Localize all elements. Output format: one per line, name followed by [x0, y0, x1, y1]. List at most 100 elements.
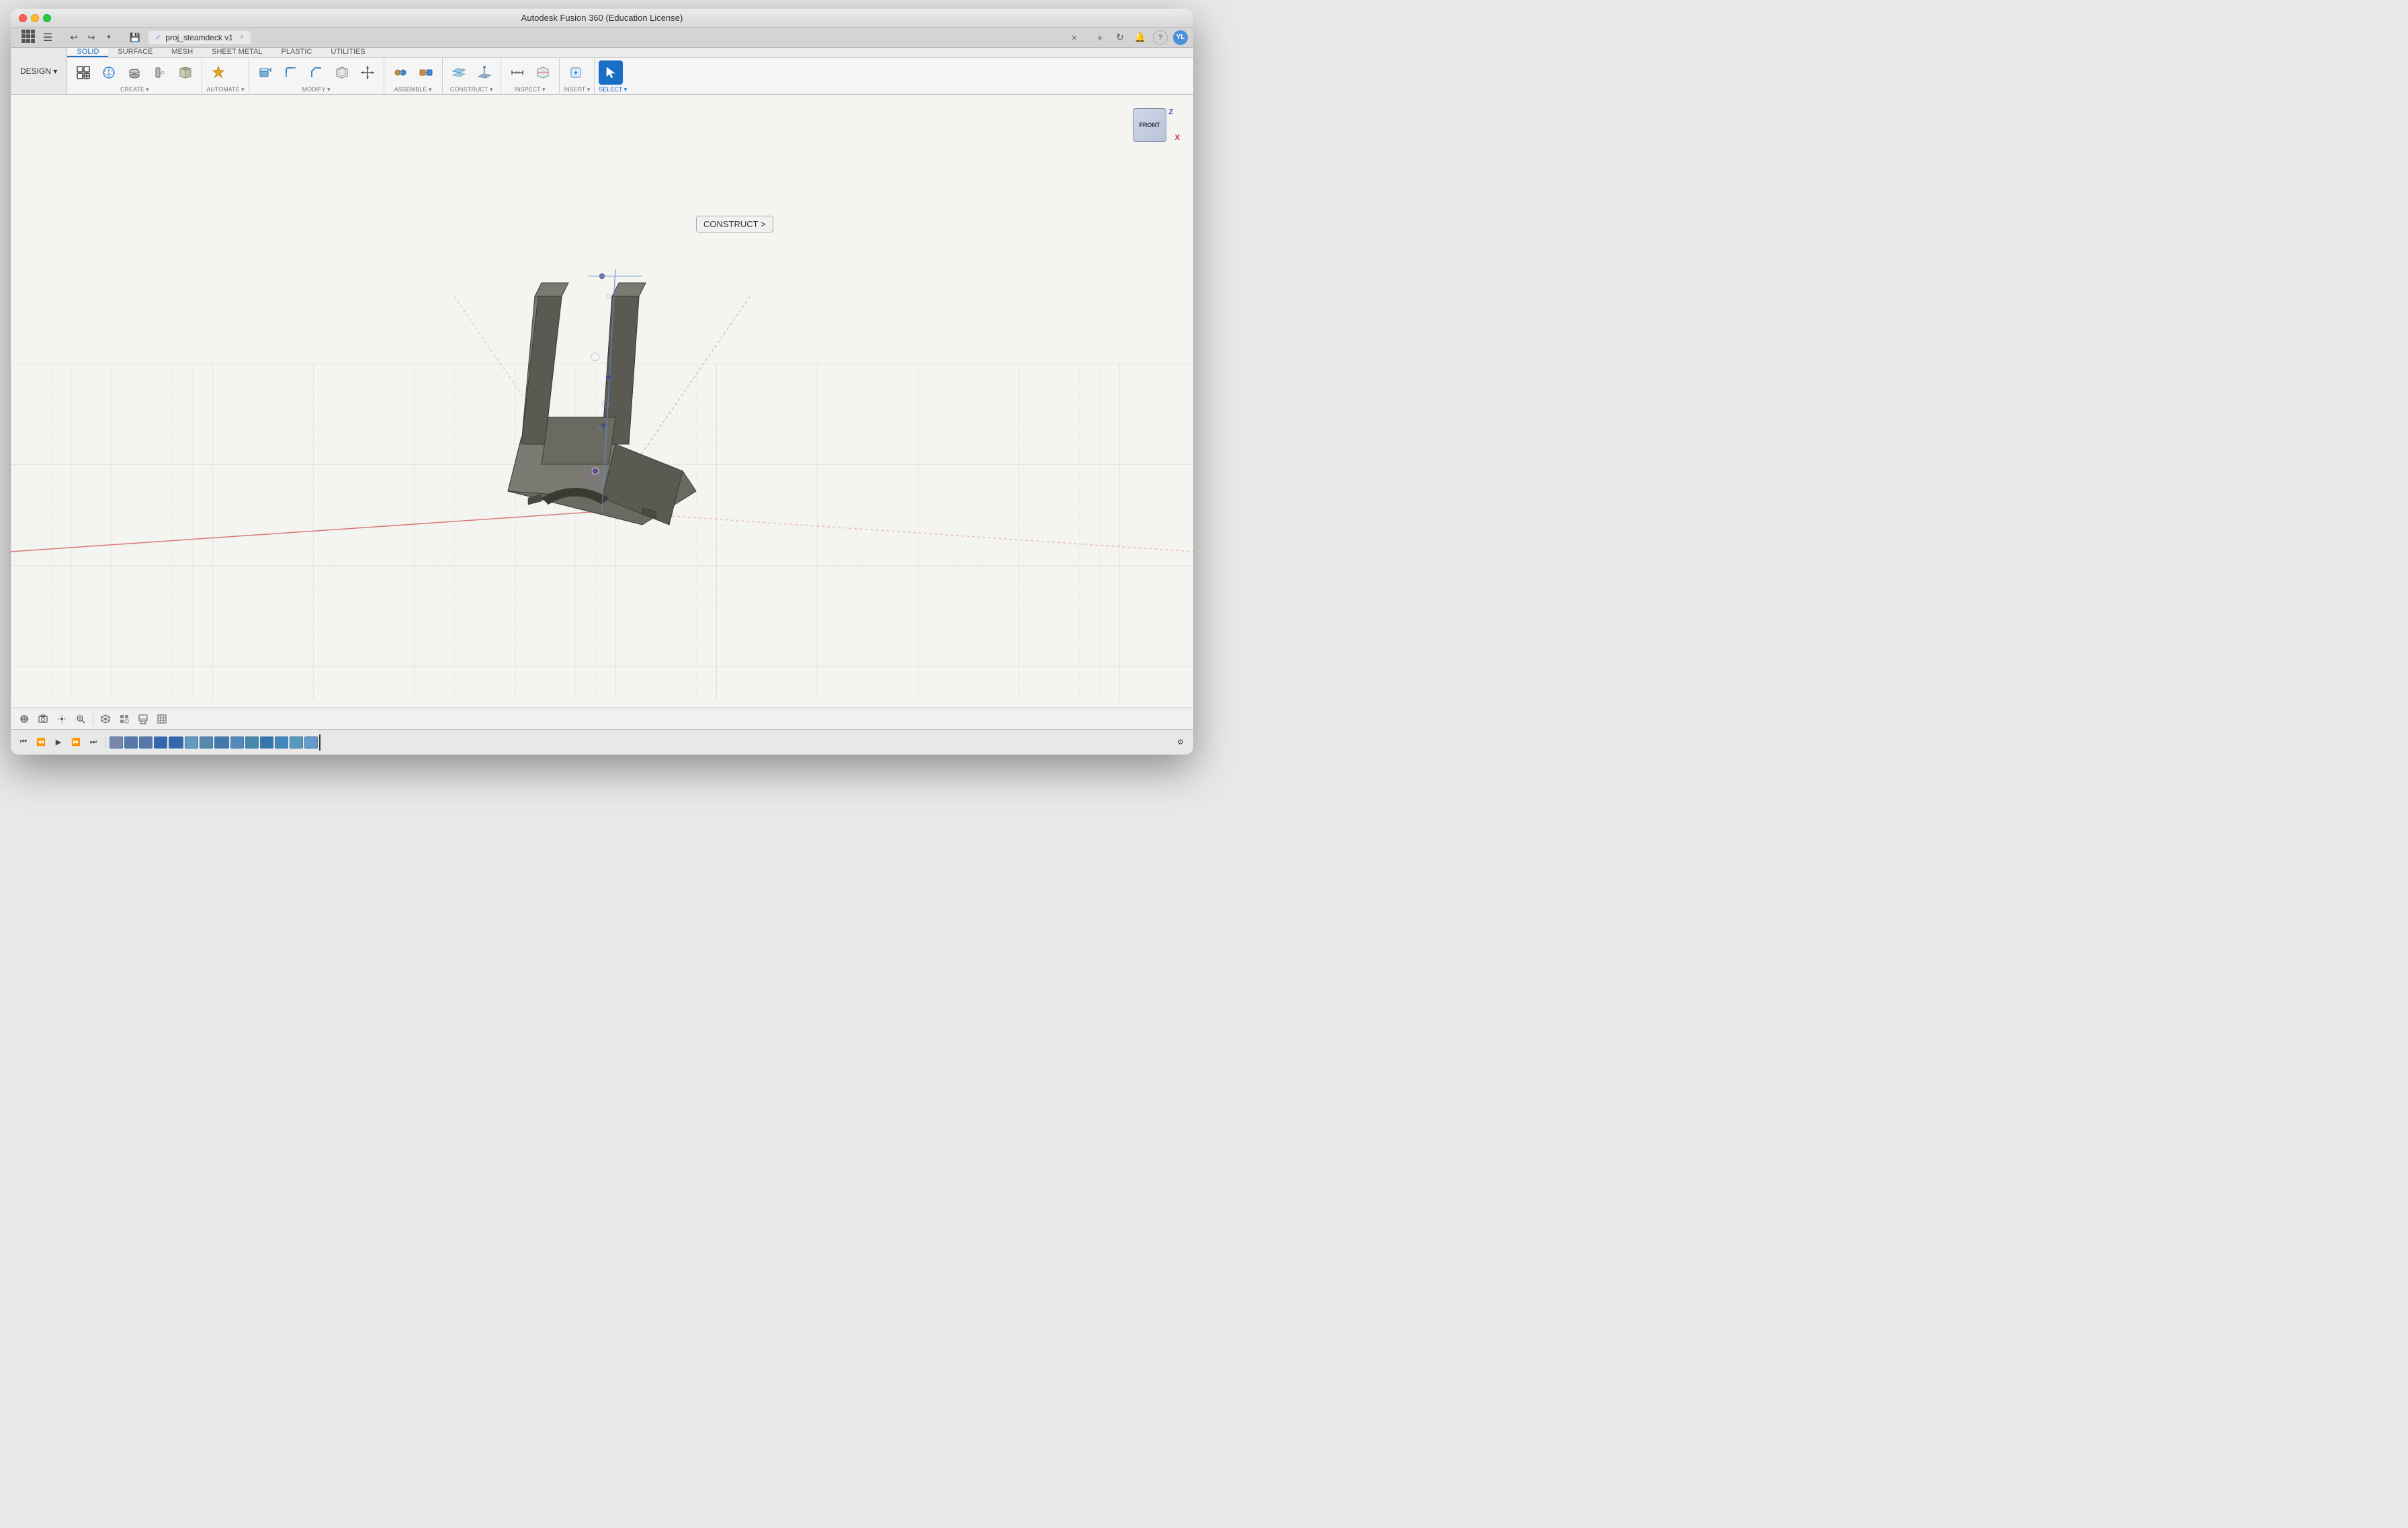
help-button[interactable]: ?	[1153, 30, 1168, 45]
automate-group: AUTOMATE ▾	[202, 58, 249, 95]
design-dropdown-button[interactable]: DESIGN ▾	[11, 48, 67, 94]
press-pull-button[interactable]	[253, 60, 277, 85]
automate-button[interactable]	[206, 60, 230, 85]
timeline-item-9[interactable]	[230, 736, 244, 749]
redo-button[interactable]: ↪	[84, 30, 99, 45]
save-group: 💾	[122, 30, 148, 45]
shell-button[interactable]	[330, 60, 354, 85]
timeline-item-14[interactable]	[304, 736, 318, 749]
tab-close-icon[interactable]: ×	[240, 34, 244, 41]
timeline-item-1[interactable]	[110, 736, 123, 749]
timeline-item-10[interactable]	[245, 736, 259, 749]
window-title: Autodesk Fusion 360 (Education License)	[521, 13, 683, 23]
tab-sheet-metal[interactable]: SHEET METAL	[202, 48, 271, 57]
cube-face-label: FRONT	[1140, 122, 1160, 128]
joint-button[interactable]	[388, 60, 413, 85]
camera-button[interactable]	[35, 711, 51, 727]
more-create-button[interactable]	[173, 60, 198, 85]
timeline-play-button[interactable]: ▶	[51, 735, 66, 750]
modify-group: MODIFY ▾	[249, 58, 384, 95]
toolbar-tab-row: SOLID SURFACE MESH SHEET METAL PLASTIC U…	[67, 48, 1193, 58]
timeline-settings: ⚙	[1173, 735, 1188, 750]
insert-label: INSERT ▾	[564, 86, 591, 93]
new-component-button[interactable]	[71, 60, 95, 85]
home-view-button[interactable]	[16, 711, 32, 727]
construct-tooltip: CONSTRUCT >	[696, 216, 773, 232]
revolve-button[interactable]	[148, 60, 172, 85]
select-label: SELECT ▾	[599, 86, 627, 93]
grid-toggle-button[interactable]	[154, 711, 170, 727]
construct-plane-button[interactable]	[472, 60, 497, 85]
modify-tools	[253, 60, 380, 85]
file-tab[interactable]: ✓ proj_steamdeck v1 ×	[148, 31, 251, 44]
timeline-item-5[interactable]	[169, 736, 183, 749]
construct-group: CONSTRUCT ▾	[443, 58, 501, 95]
design-label: DESIGN ▾	[20, 67, 57, 76]
tab-utilities[interactable]: UTILITIES	[321, 48, 374, 57]
view-cube-button[interactable]	[97, 711, 114, 727]
navigation-cube[interactable]: Z FRONT X	[1133, 108, 1180, 155]
timeline-item-13[interactable]	[290, 736, 303, 749]
refresh-button[interactable]: ↻	[1113, 30, 1127, 45]
close-button[interactable]	[19, 14, 27, 22]
insert-button[interactable]	[564, 60, 588, 85]
timeline-item-3[interactable]	[139, 736, 153, 749]
select-group: SELECT ▾	[595, 58, 631, 95]
timeline-forward-button[interactable]: ⏩	[69, 735, 83, 750]
timeline-item-11[interactable]	[260, 736, 273, 749]
timeline-item-8[interactable]	[214, 736, 229, 749]
environment-button[interactable]	[135, 711, 151, 727]
redo-dropdown[interactable]: ▾	[101, 30, 116, 45]
timeline-back-end-button[interactable]: ⏮	[16, 735, 31, 750]
check-icon: ✓	[155, 33, 161, 42]
section-analysis-button[interactable]	[531, 60, 555, 85]
timeline-item-2[interactable]	[124, 736, 138, 749]
traffic-lights	[19, 14, 51, 22]
save-button[interactable]: 💾	[128, 30, 142, 45]
create-tools	[71, 60, 198, 85]
offset-plane-button[interactable]	[447, 60, 471, 85]
tabbar: ☰ ↩ ↪ ▾ 💾 ✓ proj_steamdeck v1 × × + ↻ 🔔 …	[11, 28, 1193, 48]
apps-grid-icon[interactable]	[22, 30, 38, 46]
timeline-forward-end-button[interactable]: ⏭	[86, 735, 101, 750]
assemble-label: ASSEMBLE ▾	[388, 86, 438, 93]
as-built-joint-button[interactable]	[414, 60, 438, 85]
maximize-button[interactable]	[43, 14, 51, 22]
timeline-bar: ⏮ ⏪ ▶ ⏩ ⏭ ⚙	[11, 729, 1193, 755]
menu-icon[interactable]: ☰	[40, 30, 55, 45]
minimize-button[interactable]	[31, 14, 39, 22]
timeline-item-4[interactable]	[154, 736, 167, 749]
zoom-button[interactable]	[73, 711, 89, 727]
cube-front-face[interactable]: FRONT	[1133, 108, 1166, 142]
chamfer-button[interactable]	[304, 60, 329, 85]
timeline-item-12[interactable]	[275, 736, 288, 749]
create-sketch-button[interactable]	[97, 60, 121, 85]
timeline-back-button[interactable]: ⏪	[34, 735, 48, 750]
tab-solid[interactable]: SOLID	[67, 48, 108, 57]
tab-mesh[interactable]: MESH	[162, 48, 202, 57]
create-label: CREATE ▾	[71, 86, 198, 93]
measure-button[interactable]	[505, 60, 529, 85]
window-close-button[interactable]: ×	[1067, 30, 1082, 45]
assemble-group: ASSEMBLE ▾	[384, 58, 443, 95]
display-settings-button[interactable]	[116, 711, 132, 727]
tab-surface[interactable]: SURFACE	[108, 48, 162, 57]
notifications-bell[interactable]: 🔔	[1133, 30, 1148, 45]
undo-redo-group: ↩ ↪ ▾	[61, 30, 122, 45]
tab-plastic[interactable]: PLASTIC	[272, 48, 322, 57]
extrude-button[interactable]	[122, 60, 146, 85]
undo-button[interactable]: ↩	[67, 30, 81, 45]
timeline-item-7[interactable]	[200, 736, 213, 749]
fillet-button[interactable]	[279, 60, 303, 85]
move-button[interactable]	[355, 60, 380, 85]
settings-button[interactable]: ⚙	[1173, 735, 1188, 750]
timeline-item-6[interactable]	[185, 736, 198, 749]
assemble-tools	[388, 60, 438, 85]
select-button[interactable]	[599, 60, 623, 85]
viewport-canvas	[11, 95, 1193, 699]
viewport[interactable]: Z FRONT X CONSTRUCT >	[11, 95, 1193, 708]
pan-button[interactable]	[54, 711, 70, 727]
user-avatar[interactable]: YL	[1173, 30, 1188, 45]
add-tab-button[interactable]: +	[1092, 30, 1107, 45]
inspect-tools	[505, 60, 555, 85]
